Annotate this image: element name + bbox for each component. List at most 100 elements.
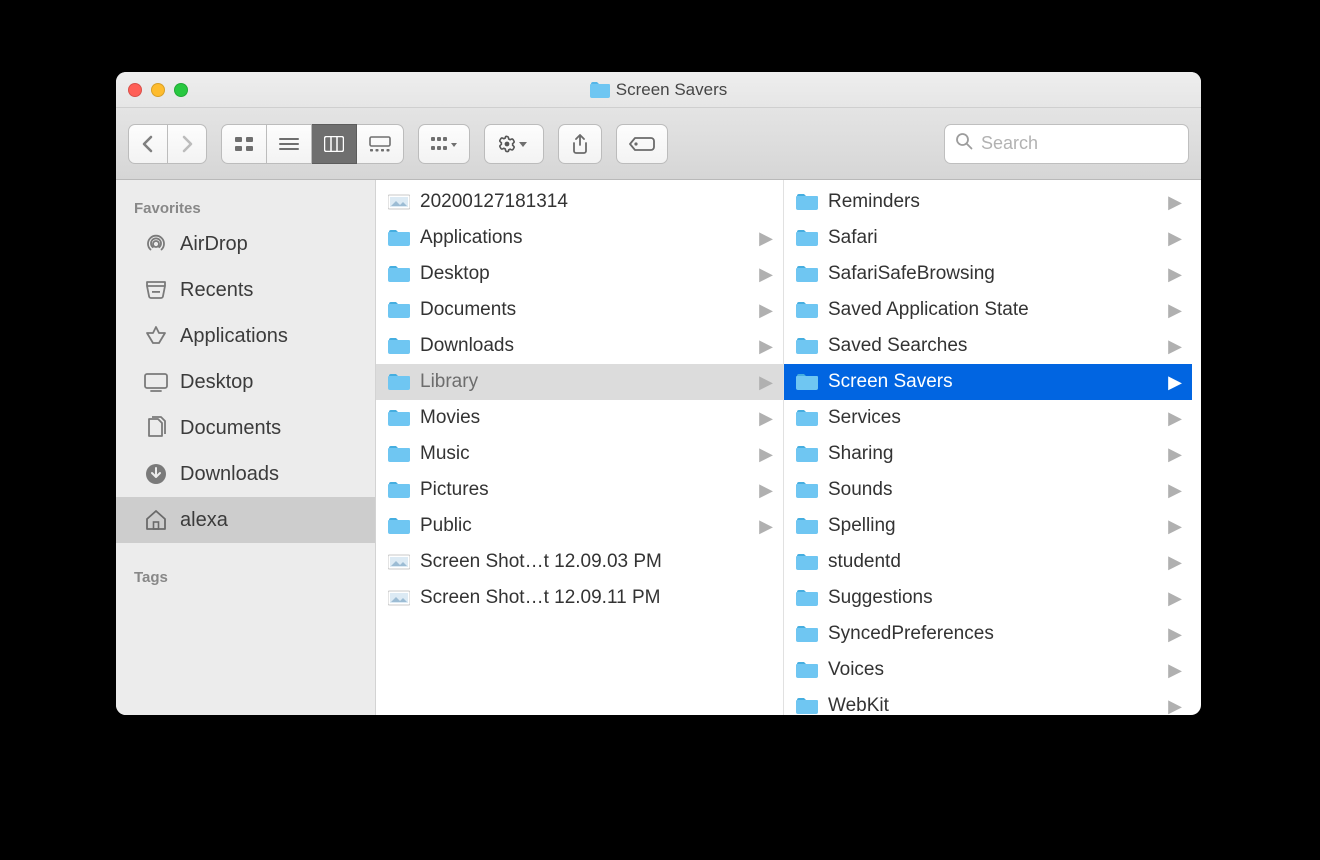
view-gallery-button[interactable]	[357, 124, 404, 164]
folder-icon	[794, 445, 820, 463]
folder-row[interactable]: WebKit▶	[784, 688, 1192, 715]
folder-icon	[794, 373, 820, 391]
sidebar-item-recents[interactable]: Recents	[116, 267, 375, 313]
chevron-right-icon: ▶	[759, 372, 773, 393]
view-column-button[interactable]	[312, 124, 357, 164]
tags-group	[616, 124, 668, 164]
folder-row[interactable]: studentd▶	[784, 544, 1192, 580]
sidebar-item-downloads[interactable]: Downloads	[116, 451, 375, 497]
folder-row[interactable]: Documents▶	[376, 292, 783, 328]
folder-row[interactable]: Voices ▶	[784, 652, 1192, 688]
folder-row[interactable]: Downloads▶	[376, 328, 783, 364]
toolbar	[116, 108, 1201, 180]
chevron-right-icon: ▶	[1168, 588, 1182, 609]
view-list-button[interactable]	[267, 124, 312, 164]
downloads-icon	[142, 462, 170, 486]
sidebar-item-airdrop[interactable]: AirDrop	[116, 221, 375, 267]
nav-group	[128, 124, 207, 164]
file-row[interactable]: 20200127181314	[376, 184, 783, 220]
row-label: Movies	[420, 407, 747, 429]
sidebar-heading-tags: Tags	[116, 557, 375, 590]
folder-row[interactable]: Movies▶	[376, 400, 783, 436]
titlebar: Screen Savers	[116, 72, 1201, 108]
folder-row[interactable]: Desktop▶	[376, 256, 783, 292]
sidebar: Favorites AirDrop Recents Applications	[116, 180, 376, 715]
row-label: SafariSafeBrowsing	[828, 263, 1156, 285]
row-label: Saved Application State	[828, 299, 1156, 321]
row-label: Sounds	[828, 479, 1156, 501]
zoom-window-button[interactable]	[174, 83, 188, 97]
folder-row[interactable]: Spelling▶	[784, 508, 1192, 544]
sidebar-item-home[interactable]: alexa	[116, 497, 375, 543]
search-input[interactable]	[979, 132, 1201, 155]
sidebar-item-label: AirDrop	[180, 233, 248, 256]
window-title-text: Screen Savers	[616, 80, 728, 100]
chevron-right-icon: ▶	[1168, 336, 1182, 357]
folder-row[interactable]: Screen Savers▶	[784, 364, 1192, 400]
folder-row[interactable]: Public▶	[376, 508, 783, 544]
finder-window: Screen Savers	[116, 72, 1201, 715]
sidebar-item-label: Applications	[180, 325, 288, 348]
group-by	[418, 124, 470, 164]
tags-button[interactable]	[616, 124, 668, 164]
column-1[interactable]: 20200127181314Applications▶Desktop▶Docum…	[376, 180, 784, 715]
row-label: Music	[420, 443, 747, 465]
folder-row[interactable]: Suggestions▶	[784, 580, 1192, 616]
action-button[interactable]	[484, 124, 544, 164]
chevron-right-icon: ▶	[759, 444, 773, 465]
sidebar-item-documents[interactable]: Documents	[116, 405, 375, 451]
row-label: Desktop	[420, 263, 747, 285]
home-icon	[142, 509, 170, 531]
folder-row[interactable]: Sounds▶	[784, 472, 1192, 508]
folder-icon	[590, 82, 610, 98]
folder-icon	[794, 517, 820, 535]
row-label: Documents	[420, 299, 747, 321]
folder-row[interactable]: Saved Application State▶	[784, 292, 1192, 328]
folder-row[interactable]: Sharing▶	[784, 436, 1192, 472]
folder-icon	[794, 553, 820, 571]
row-label: Voices	[828, 659, 1156, 681]
row-label: 20200127181314	[420, 191, 773, 213]
folder-row[interactable]: Saved Searches▶	[784, 328, 1192, 364]
row-label: WebKit	[828, 695, 1156, 715]
row-label: Pictures	[420, 479, 747, 501]
minimize-window-button[interactable]	[151, 83, 165, 97]
chevron-right-icon: ▶	[1168, 660, 1182, 681]
folder-row[interactable]: Reminders▶	[784, 184, 1192, 220]
row-label: Applications	[420, 227, 747, 249]
row-label: Screen Shot…t 12.09.03 PM	[420, 551, 773, 573]
folder-icon	[386, 301, 412, 319]
group-by-button[interactable]	[418, 124, 470, 164]
folder-row[interactable]: Applications▶	[376, 220, 783, 256]
sidebar-item-desktop[interactable]: Desktop	[116, 359, 375, 405]
folder-icon	[794, 301, 820, 319]
forward-button[interactable]	[168, 124, 207, 164]
folder-icon	[794, 265, 820, 283]
file-row[interactable]: Screen Shot…t 12.09.03 PM	[376, 544, 783, 580]
row-label: Sharing	[828, 443, 1156, 465]
applications-icon	[142, 325, 170, 347]
chevron-right-icon: ▶	[1168, 192, 1182, 213]
column-2[interactable]: Reminders▶Safari▶SafariSafeBrowsing▶Save…	[784, 180, 1192, 715]
folder-row[interactable]: SafariSafeBrowsing▶	[784, 256, 1192, 292]
search-field[interactable]	[944, 124, 1189, 164]
back-button[interactable]	[128, 124, 168, 164]
folder-row[interactable]: Services▶	[784, 400, 1192, 436]
share-button[interactable]	[558, 124, 602, 164]
folder-icon	[386, 445, 412, 463]
folder-icon	[794, 661, 820, 679]
view-icon-button[interactable]	[221, 124, 267, 164]
folder-row[interactable]: Safari▶	[784, 220, 1192, 256]
sidebar-item-applications[interactable]: Applications	[116, 313, 375, 359]
folder-row[interactable]: Library▶	[376, 364, 783, 400]
folder-row[interactable]: Music ▶	[376, 436, 783, 472]
file-row[interactable]: Screen Shot…t 12.09.11 PM	[376, 580, 783, 616]
row-label: Spelling	[828, 515, 1156, 537]
row-label: Screen Shot…t 12.09.11 PM	[420, 587, 773, 609]
close-window-button[interactable]	[128, 83, 142, 97]
folder-row[interactable]: SyncedPreferences▶	[784, 616, 1192, 652]
chevron-right-icon: ▶	[1168, 624, 1182, 645]
folder-row[interactable]: Pictures▶	[376, 472, 783, 508]
chevron-right-icon: ▶	[759, 336, 773, 357]
folder-icon	[794, 697, 820, 715]
